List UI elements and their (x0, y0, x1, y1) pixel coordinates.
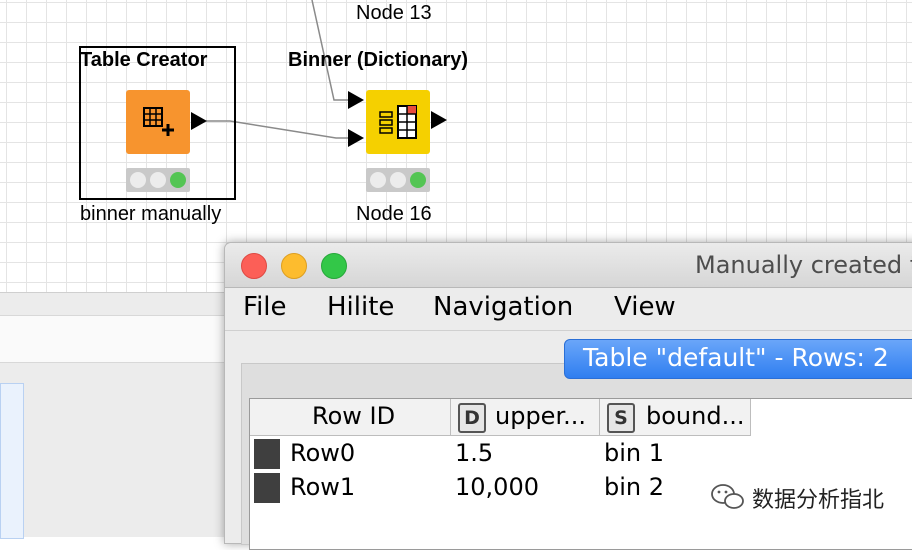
binner-dictionary-icon (379, 105, 417, 139)
binner-input-port-2[interactable] (348, 129, 364, 147)
bound-cell: bin 1 (604, 439, 665, 467)
table-creator-output-port[interactable] (191, 112, 207, 130)
binner-title: Binner (Dictionary) (288, 49, 469, 71)
binner-input-port-1[interactable] (348, 91, 364, 109)
menu-view[interactable]: View (614, 292, 676, 322)
window-title: Manually created t (695, 251, 912, 279)
column-header-label: upper... (495, 402, 586, 430)
column-header-label: bound... (646, 402, 745, 430)
close-button[interactable] (241, 253, 267, 279)
table-creator-icon[interactable] (126, 90, 190, 154)
row-id-cell: Row0 (290, 439, 356, 467)
menu-navigation[interactable]: Navigation (433, 292, 573, 322)
binner-label: Node 16 (356, 203, 432, 225)
row-color-marker (254, 473, 280, 503)
binner-icon[interactable] (366, 90, 430, 154)
table-creator-label: binner manually (80, 203, 222, 225)
table-creator-status-lights (126, 168, 190, 192)
zoom-button[interactable] (321, 253, 347, 279)
background-window (0, 292, 240, 539)
wechat-icon (711, 484, 744, 509)
binner-status-lights (366, 168, 430, 192)
minimize-button[interactable] (281, 253, 307, 279)
tab-table-default[interactable]: Table "default" - Rows: 2 (564, 339, 912, 379)
upper-cell: 1.5 (455, 439, 494, 467)
column-header-upper[interactable]: D upper... (451, 399, 600, 436)
menu-file[interactable]: File (243, 292, 287, 322)
column-header-row-id[interactable]: Row ID (250, 399, 451, 436)
column-header-bound[interactable]: S bound... (600, 399, 751, 436)
node-13-label: Node 13 (356, 2, 432, 24)
bound-cell: bin 2 (604, 473, 665, 501)
table-add-icon (143, 107, 174, 136)
column-header-label: Row ID (312, 402, 396, 430)
double-type-icon: D (458, 403, 486, 433)
table-creator-title: Table Creator (80, 49, 208, 71)
row-id-cell: Row1 (290, 473, 356, 501)
menu-hilite[interactable]: Hilite (327, 292, 394, 322)
table-row[interactable]: Row0 1.5 bin 1 (250, 436, 912, 472)
menu-bar: File Hilite Navigation View (225, 288, 912, 331)
background-window-toolbar (0, 315, 240, 363)
watermark: 数据分析指北 (708, 480, 898, 514)
window-titlebar[interactable]: Manually created t (225, 243, 912, 288)
background-window-selection (0, 383, 24, 539)
watermark-text: 数据分析指北 (752, 488, 885, 513)
upper-cell: 10,000 (455, 473, 539, 501)
row-color-marker (254, 439, 280, 469)
binner-output-port[interactable] (431, 111, 447, 129)
tab-label: Table "default" - Rows: 2 (583, 343, 889, 372)
string-type-icon: S (607, 403, 635, 433)
data-table[interactable]: Row ID D upper... S bound... Row0 1.5 bi… (249, 398, 912, 550)
